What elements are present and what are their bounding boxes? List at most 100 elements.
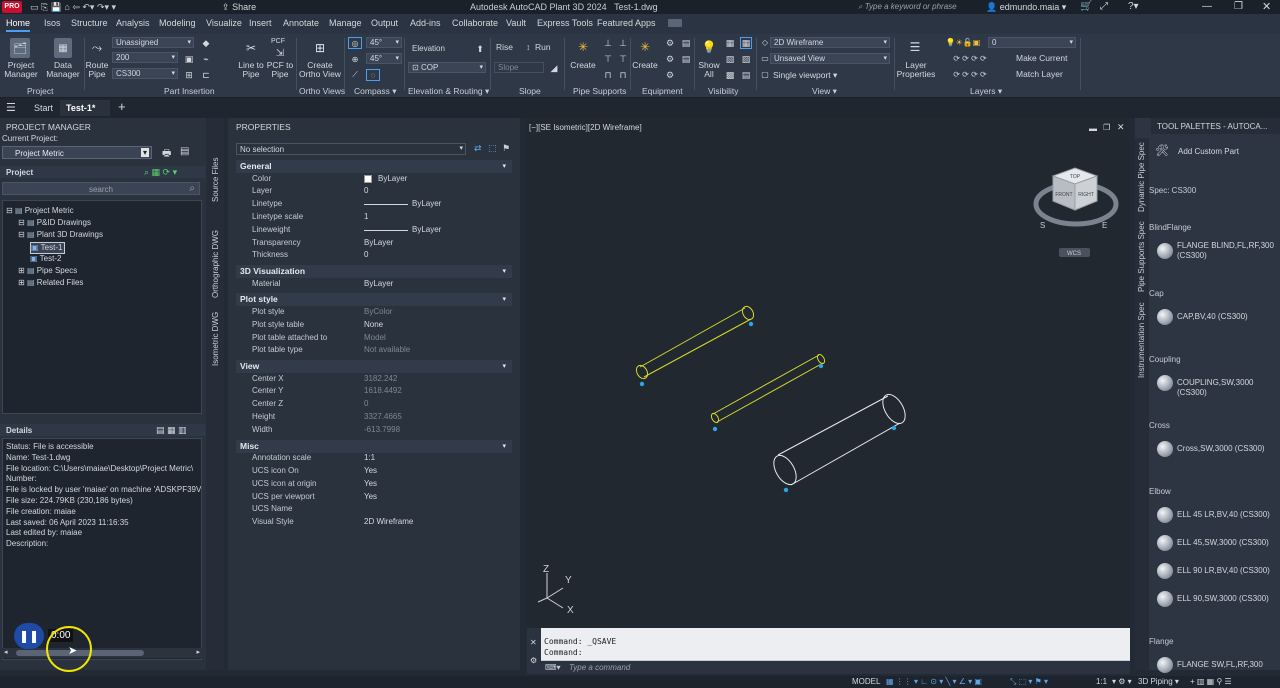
app-logo[interactable]: PRO (2, 1, 22, 13)
create-ortho-view-icon[interactable]: ⊞ (310, 38, 330, 58)
fitting-icon[interactable] (1157, 657, 1173, 673)
tab-annotate[interactable]: Annotate (283, 18, 319, 28)
property-row[interactable]: Plot table type Not available (236, 345, 512, 358)
recording-pause-button[interactable]: ❚❚ (14, 623, 44, 649)
side-tab-source-files[interactable]: Source Files (211, 154, 220, 202)
drawing-viewport[interactable]: [−][SE Isometric][2D Wireframe] ▬ ❐ ✕ TO… (527, 118, 1130, 628)
size-combo[interactable]: 200 ▾ (112, 52, 178, 63)
status-tool-icons-3[interactable]: ▾ ⚙ ▾ (1112, 677, 1132, 686)
project-manager-button[interactable]: Project Manager (2, 61, 40, 79)
tab-isos[interactable]: Isos (44, 18, 61, 28)
equipment-tool-icon-3[interactable]: ⚙ (664, 69, 676, 81)
scroll-left-icon[interactable]: ◂ (4, 648, 8, 656)
section-view[interactable]: View ▾ (236, 360, 512, 374)
palette-tool[interactable]: ELL 90 LR,BV,40 (CS300) (1177, 566, 1277, 576)
property-row[interactable]: Center X 3182.242 (236, 374, 512, 387)
annotation-scale[interactable]: 1:1 (1096, 677, 1107, 686)
palette-tool[interactable]: FLANGE SW,FL,RF,300 (1177, 660, 1277, 670)
status-tool-icons-4[interactable]: + ▥ ▦ ⚲ ☰ (1190, 677, 1232, 686)
fitting-icon[interactable] (1157, 535, 1173, 551)
start-tab[interactable]: Start (34, 103, 53, 113)
tab-manage[interactable]: Manage (329, 18, 362, 28)
viewcube[interactable]: TOP FRONT RIGHT S E WCS (1033, 167, 1119, 257)
palette-tool[interactable]: ELL 90,SW,3000 (CS300) (1177, 594, 1277, 604)
visibility-tool-icon-6[interactable]: ▤ (740, 69, 752, 81)
tree-item[interactable]: ▣ Test-2 (30, 254, 61, 264)
line-to-pipe-button[interactable]: Line to Pipe (234, 61, 268, 79)
command-input[interactable]: ⌨▾ Type a command (541, 660, 1130, 674)
property-row[interactable]: UCS Name (236, 504, 512, 517)
pipe-grip[interactable] (891, 425, 897, 431)
angle-combo-2[interactable]: 45° ▾ (366, 53, 402, 64)
pipe-grip[interactable] (748, 321, 754, 327)
snap-icon[interactable]: ⊕ (348, 53, 362, 65)
tab-vault[interactable]: Vault (506, 18, 526, 28)
create-support-button[interactable]: Create (568, 61, 598, 70)
create-equipment-button[interactable]: Create (630, 61, 660, 70)
cart-icon[interactable]: 🛒 (1080, 1, 1092, 12)
side-tab-orthographic[interactable]: Orthographic DWG (211, 222, 220, 298)
property-row[interactable]: Lineweight ByLayer (236, 225, 512, 238)
fitting-icon[interactable] (1157, 441, 1173, 457)
pipe-3[interactable] (769, 391, 910, 489)
elevation-field[interactable]: Elevation (408, 43, 470, 54)
palette-tool[interactable]: ELL 45,SW,3000 (CS300) (1177, 538, 1277, 548)
tree-item[interactable]: ⊟ ▤ P&ID Drawings (18, 218, 91, 228)
section-misc[interactable]: Misc ▾ (236, 439, 512, 453)
tree-item[interactable]: ⊟ ▤ Project Metric (6, 206, 74, 216)
palette-tool[interactable]: FLANGE BLIND,FL,RF,300 (CS300) (1177, 241, 1277, 261)
property-row[interactable]: Center Y 1618.4492 (236, 386, 512, 399)
tab-visualize[interactable]: Visualize (206, 18, 242, 28)
exchange-icon[interactable]: ⤢ (1100, 1, 1108, 12)
collapse-chevron-icon[interactable]: ▾ (502, 360, 506, 373)
line-to-pipe-icon[interactable]: ✂ (242, 38, 260, 58)
property-row[interactable]: Plot style table None (236, 320, 512, 333)
tool-icon-2[interactable]: ⌁ (200, 53, 212, 65)
layer-tool-icons-1[interactable]: ⟳ ⟳ ⟳ ⟳ (940, 53, 1000, 64)
visibility-tool-icon-1[interactable]: ▦ (724, 37, 736, 49)
pipe-grip[interactable] (818, 363, 824, 369)
palette-tool[interactable]: COUPLING,SW,3000 (CS300) (1177, 378, 1277, 398)
data-manager-icon[interactable]: ▦ (54, 38, 72, 58)
ribbon-minimize-icon[interactable] (668, 19, 682, 27)
section-general[interactable]: General ▾ (236, 160, 512, 173)
collapse-chevron-icon[interactable]: ▾ (502, 440, 506, 453)
command-close-icon[interactable]: ✕ (530, 638, 537, 647)
compass-toggle-icon[interactable]: ◎ (348, 37, 362, 49)
tab-analysis[interactable]: Analysis (116, 18, 150, 28)
property-row[interactable]: Height 3327.4665 (236, 412, 512, 425)
tree-expander-icon[interactable]: ⊞ (18, 266, 27, 275)
palette-tool[interactable]: CAP,BV,40 (CS300) (1177, 312, 1277, 322)
pcf-to-pipe-icon[interactable]: ⇲ (272, 46, 288, 60)
property-row[interactable]: UCS icon On Yes (236, 466, 512, 479)
toggle-pickadd-icon[interactable]: ⇄ (474, 143, 482, 154)
slope-field[interactable]: Slope (494, 62, 544, 73)
pipe-grip[interactable] (639, 381, 645, 387)
collapse-chevron-icon[interactable]: ▾ (502, 160, 506, 173)
property-row[interactable]: Thickness 0 (236, 250, 512, 263)
cop-combo[interactable]: ⊡ COP ▾ (408, 62, 486, 73)
property-row[interactable]: UCS icon at origin Yes (236, 479, 512, 492)
collapse-chevron-icon[interactable]: ▾ (502, 293, 506, 306)
fitting-icon[interactable] (1157, 507, 1173, 523)
route-pipe-button[interactable]: Route Pipe (84, 61, 110, 79)
active-doc-tab[interactable]: Test-1* (60, 100, 110, 116)
side-tab-isometric[interactable]: Isometric DWG (211, 310, 220, 366)
tab-structure[interactable]: Structure (71, 18, 108, 28)
pipe-grip[interactable] (783, 487, 789, 493)
elevation-icon[interactable]: ⬆ (474, 43, 486, 55)
search-icon[interactable]: ⌕ (189, 183, 195, 194)
property-row[interactable]: Center Z 0 (236, 399, 512, 412)
show-all-button[interactable]: Show All (694, 61, 724, 79)
visual-style-combo[interactable]: 2D Wireframe ▾ (770, 37, 890, 48)
select-objects-icon[interactable]: ⬚ (488, 143, 497, 154)
selected-pipe-2[interactable] (710, 353, 826, 424)
tab-output[interactable]: Output (371, 18, 398, 28)
section-plot-style[interactable]: Plot style ▾ (236, 293, 512, 307)
equipment-tool-icon-2[interactable]: ⚙ (664, 53, 676, 65)
property-row[interactable]: Plot table attached to Model (236, 333, 512, 346)
compass-tool-icon-1[interactable]: ⟋ (348, 69, 362, 81)
user-account[interactable]: 👤 edmundo.maia ▾ (986, 2, 1066, 13)
tree-expander-icon[interactable]: ⊟ (18, 218, 27, 227)
support-tool-icon-6[interactable]: ⊓ (617, 69, 629, 81)
